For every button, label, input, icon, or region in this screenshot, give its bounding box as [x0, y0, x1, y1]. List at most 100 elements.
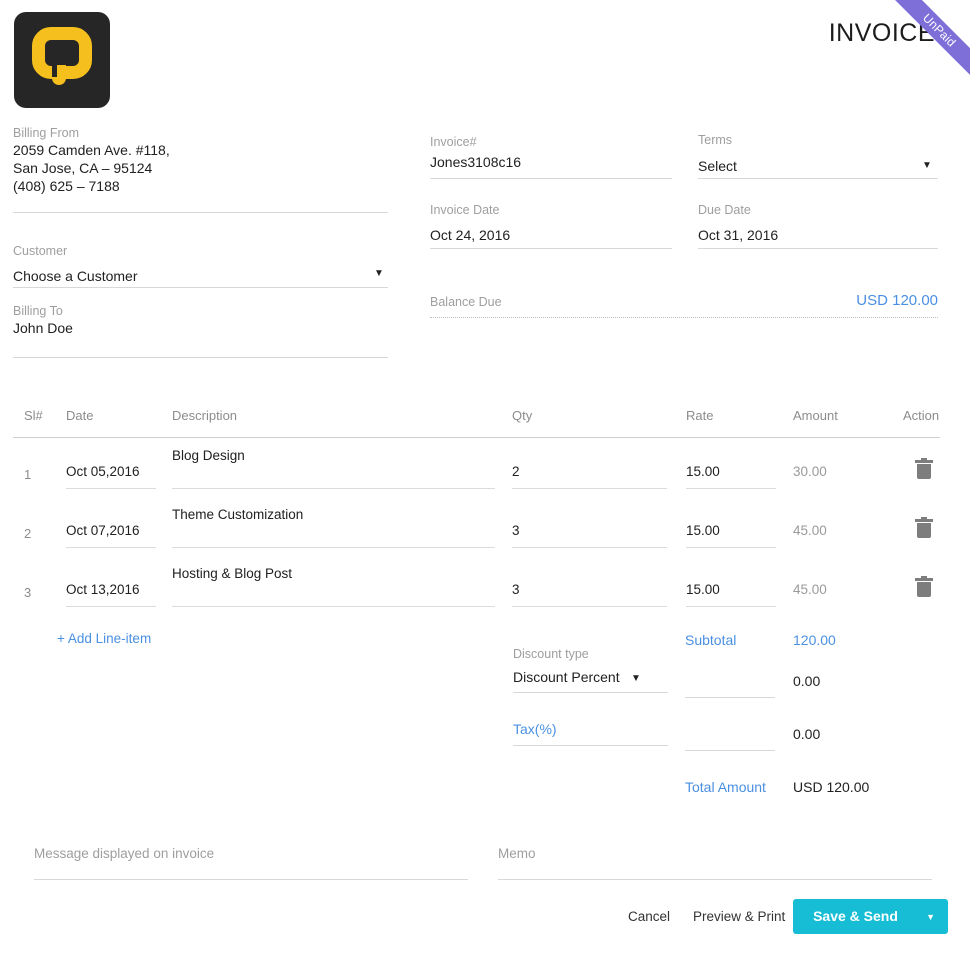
cancel-button[interactable]: Cancel — [628, 909, 670, 924]
due-date-input[interactable]: Oct 31, 2016 — [698, 225, 778, 245]
billing-from-line-2: San Jose, CA – 95124 — [13, 160, 153, 176]
row-rate-input[interactable]: 15.00 — [686, 523, 720, 538]
row-index: 3 — [24, 585, 32, 600]
balance-due-label: Balance Due — [430, 295, 502, 309]
balance-due-divider — [430, 317, 938, 318]
row-rate-underline — [686, 606, 776, 607]
save-and-send-button[interactable]: Save & Send ▼ — [793, 899, 948, 934]
status-ribbon: UnPaid — [892, 0, 970, 78]
total-amount-label: Total Amount — [685, 779, 766, 795]
row-description-underline — [172, 606, 495, 607]
billing-from-divider — [13, 212, 388, 213]
column-header-amount: Amount — [793, 408, 838, 423]
terms-label: Terms — [698, 133, 733, 147]
subtotal-value: 120.00 — [793, 632, 836, 648]
column-header-description: Description — [172, 408, 238, 423]
discount-type-select[interactable]: Discount Percent — [513, 669, 620, 685]
chevron-down-icon[interactable]: ▼ — [631, 674, 641, 684]
logo-notch-shape — [52, 65, 57, 77]
invoice-date-underline — [430, 248, 672, 249]
customer-select[interactable]: Choose a Customer — [13, 266, 138, 286]
add-line-item-button[interactable]: + Add Line-item — [57, 631, 151, 646]
save-and-send-label: Save & Send — [813, 908, 898, 924]
row-date-input[interactable]: Oct 13,2016 — [66, 582, 140, 597]
memo-underline — [498, 879, 932, 880]
column-header-qty: Qty — [512, 408, 533, 423]
invoice-number-input[interactable]: Jones3108c16 — [430, 152, 521, 172]
invoice-date-label: Invoice Date — [430, 203, 500, 217]
memo-input[interactable]: Memo — [498, 846, 536, 861]
due-date-underline — [698, 248, 938, 249]
row-qty-input[interactable]: 3 — [512, 582, 520, 597]
terms-select[interactable]: Select — [698, 156, 737, 176]
due-date-label: Due Date — [698, 203, 751, 217]
row-index: 1 — [24, 467, 32, 482]
subtotal-label: Subtotal — [685, 632, 737, 648]
discount-amount-underline — [685, 697, 775, 698]
chevron-down-icon[interactable]: ▼ — [374, 269, 384, 279]
row-qty-input[interactable]: 3 — [512, 523, 520, 538]
invoice-message-underline — [34, 879, 468, 880]
row-date-underline — [66, 547, 156, 548]
billing-to-label: Billing To — [13, 304, 63, 318]
billing-to-divider — [13, 357, 388, 358]
delete-row-icon[interactable] — [915, 517, 933, 538]
chevron-down-icon[interactable]: ▼ — [922, 161, 932, 171]
row-date-underline — [66, 606, 156, 607]
discount-type-underline — [513, 692, 668, 693]
table-row: 1 Oct 05,2016 Blog Design 2 15.00 30.00 — [0, 443, 970, 502]
row-rate-input[interactable]: 15.00 — [686, 464, 720, 479]
row-description-underline — [172, 547, 495, 548]
row-date-input[interactable]: Oct 05,2016 — [66, 464, 140, 479]
billing-from-line-3: (408) 625 – 7188 — [13, 178, 120, 194]
company-logo — [14, 12, 110, 108]
row-qty-underline — [512, 488, 667, 489]
row-description-input[interactable]: Hosting & Blog Post — [172, 566, 292, 581]
chevron-down-icon[interactable]: ▼ — [926, 913, 935, 922]
logo-mark-icon — [32, 27, 92, 85]
invoice-page: UnPaid INVOICE Billing From 2059 Camden … — [0, 0, 970, 960]
invoice-date-input[interactable]: Oct 24, 2016 — [430, 225, 510, 245]
column-header-action: Action — [903, 408, 940, 423]
discount-amount-input[interactable]: 0.00 — [793, 673, 820, 689]
row-amount-value: 45.00 — [793, 582, 827, 597]
discount-type-label: Discount type — [513, 647, 589, 661]
delete-row-icon[interactable] — [915, 576, 933, 597]
billing-from-label: Billing From — [13, 126, 79, 140]
invoice-number-underline — [430, 178, 672, 179]
row-rate-input[interactable]: 15.00 — [686, 582, 720, 597]
tax-amount-underline — [685, 750, 775, 751]
row-amount-value: 30.00 — [793, 464, 827, 479]
row-rate-underline — [686, 547, 776, 548]
row-rate-underline — [686, 488, 776, 489]
column-header-rate: Rate — [686, 408, 714, 423]
total-amount-value: USD 120.00 — [793, 779, 870, 795]
table-row: 2 Oct 07,2016 Theme Customization 3 15.0… — [0, 502, 970, 561]
billing-from-line-1: 2059 Camden Ave. #118, — [13, 142, 170, 158]
delete-row-icon[interactable] — [915, 458, 933, 479]
row-description-underline — [172, 488, 495, 489]
tax-percent-underline — [513, 745, 668, 746]
tax-amount-input[interactable]: 0.00 — [793, 726, 820, 742]
row-qty-underline — [512, 547, 667, 548]
table-row: 3 Oct 13,2016 Hosting & Blog Post 3 15.0… — [0, 561, 970, 620]
row-date-input[interactable]: Oct 07,2016 — [66, 523, 140, 538]
tax-percent-label[interactable]: Tax(%) — [513, 721, 557, 737]
preview-and-print-button[interactable]: Preview & Print — [693, 909, 785, 924]
status-badge: UnPaid — [892, 0, 970, 78]
invoice-number-label: Invoice# — [430, 135, 477, 149]
row-index: 2 — [24, 526, 32, 541]
customer-field-underline — [13, 287, 388, 288]
table-header-divider — [13, 437, 940, 438]
billing-to-name: John Doe — [13, 320, 73, 336]
row-date-underline — [66, 488, 156, 489]
terms-underline — [698, 178, 938, 179]
row-qty-underline — [512, 606, 667, 607]
row-description-input[interactable]: Blog Design — [172, 448, 245, 463]
column-header-date: Date — [66, 408, 94, 423]
row-qty-input[interactable]: 2 — [512, 464, 520, 479]
customer-label: Customer — [13, 244, 68, 258]
invoice-message-input[interactable]: Message displayed on invoice — [34, 846, 214, 861]
column-header-sl: Sl# — [24, 408, 43, 423]
row-description-input[interactable]: Theme Customization — [172, 507, 303, 522]
